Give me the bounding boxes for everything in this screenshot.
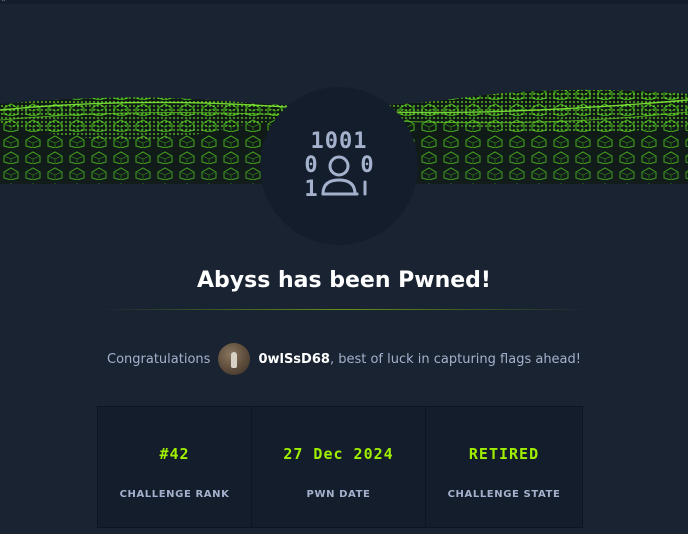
congrats-suffix: , best of luck in capturing flags ahead! (329, 351, 581, 367)
badge-digit-right: 0 (360, 153, 373, 178)
page-title: Abyss has been Pwned! (197, 268, 491, 293)
stat-value: 27 Dec 2024 (283, 445, 394, 463)
avatar[interactable] (218, 343, 251, 375)
top-bar (0, 0, 688, 4)
stat-pwn-date: 27 Dec 2024 PWN DATE (252, 407, 426, 527)
congrats-prefix: Congratulations (107, 351, 211, 367)
stat-value: #42 (159, 445, 190, 463)
badge-digit-left: 0 (304, 153, 317, 178)
pwned-badge: 1001 0 0 1 (260, 87, 418, 245)
stats-panel: #42 CHALLENGE RANK 27 Dec 2024 PWN DATE … (97, 406, 583, 528)
stat-label: CHALLENGE STATE (447, 489, 561, 500)
title-divider (100, 309, 588, 310)
username-link[interactable]: 0wlSsD68 (258, 352, 330, 367)
stat-label: CHALLENGE RANK (119, 489, 230, 500)
badge-digits-top: 1001 (311, 129, 368, 154)
congrats-message: Congratulations 0wlSsD68 , best of luck … (0, 342, 688, 376)
stat-label: PWN DATE (306, 489, 371, 500)
binary-user-icon: 1001 0 0 1 (304, 129, 373, 202)
stat-challenge-state: RETIRED CHALLENGE STATE (426, 407, 582, 527)
back-icon[interactable]: « (0, 0, 6, 5)
stat-challenge-rank: #42 CHALLENGE RANK (98, 407, 252, 527)
stat-value: RETIRED (468, 445, 540, 463)
badge-digit-bottom: 1 (304, 177, 317, 202)
